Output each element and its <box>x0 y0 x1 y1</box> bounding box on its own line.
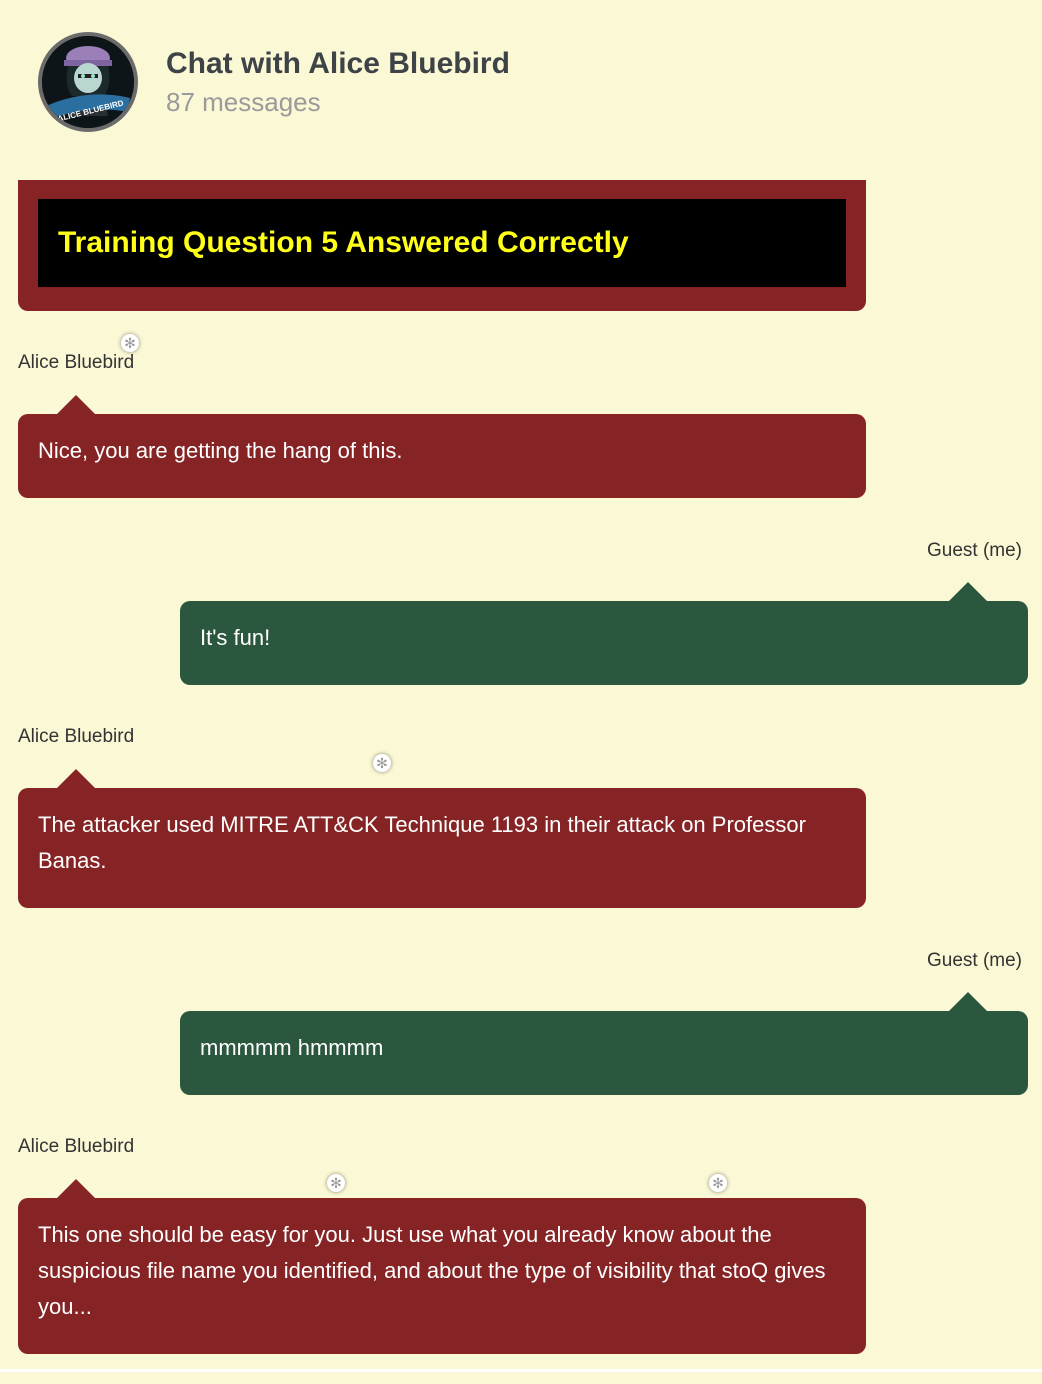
bubble-tail <box>949 582 987 601</box>
message-count: 87 messages <box>166 87 321 117</box>
message-sender: Guest (me) <box>926 950 1022 971</box>
message-text: The attacker used MITRE ATT&CK Technique… <box>38 812 806 873</box>
chat-header: ALICE BLUEBIRD Chat with Alice Bluebird … <box>38 32 510 140</box>
message-text: It's fun! <box>200 625 271 650</box>
snowflake-icon: ✻ <box>709 1174 727 1192</box>
message-text: Nice, you are getting the hang of this. <box>38 438 403 463</box>
avatar: ALICE BLUEBIRD <box>38 32 138 132</box>
avatar-illustration: ALICE BLUEBIRD <box>42 36 134 128</box>
bubble-tail <box>57 395 95 414</box>
message-bubble-guest: It's fun! <box>180 582 1028 685</box>
message-sender: Alice Bluebird <box>18 352 135 373</box>
message-sender: Alice Bluebird <box>18 1136 135 1157</box>
announcement-banner: Training Question 5 Answered Correctly <box>38 199 846 287</box>
message-bubble-alice: Nice, you are getting the hang of this. <box>18 395 866 498</box>
message-text: mmmmm hmmmm <box>200 1035 384 1060</box>
message-bubble-guest: mmmmm hmmmm <box>180 992 1028 1095</box>
message-sender: Guest (me) <box>926 540 1022 561</box>
chat-title: Chat with Alice Bluebird <box>166 47 510 80</box>
announcement-text: Training Question 5 Answered Correctly <box>58 226 629 259</box>
bubble-tail <box>949 992 987 1011</box>
message-text: This one should be easy for you. Just us… <box>38 1222 826 1319</box>
message-bubble-alice: This one should be easy for you. Just us… <box>18 1179 866 1354</box>
divider <box>0 1369 1042 1372</box>
message-sender: Alice Bluebird <box>18 726 135 747</box>
chat-page: ALICE BLUEBIRD Chat with Alice Bluebird … <box>0 0 1042 1384</box>
announcement-card: Training Question 5 Answered Correctly <box>18 180 866 311</box>
snowflake-icon: ✻ <box>373 754 391 772</box>
message-bubble-alice: The attacker used MITRE ATT&CK Technique… <box>18 769 866 908</box>
snowflake-icon: ✻ <box>121 334 139 352</box>
bubble-tail <box>57 1179 95 1198</box>
snowflake-icon: ✻ <box>327 1174 345 1192</box>
header-text: Chat with Alice Bluebird 87 messages <box>166 32 510 120</box>
bubble-tail <box>57 769 95 788</box>
